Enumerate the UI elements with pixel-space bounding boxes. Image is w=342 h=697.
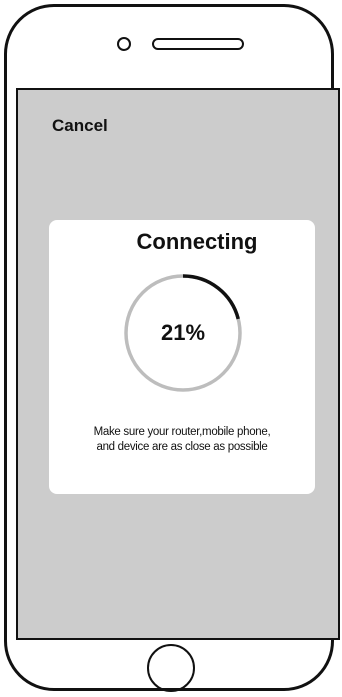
camera-icon bbox=[117, 37, 131, 51]
phone-screen: Cancel Connecting 21% Make sure your rou… bbox=[16, 88, 340, 640]
progress-percent: 21% bbox=[160, 320, 206, 345]
connecting-dialog: Connecting 21% Make sure your router,mob… bbox=[49, 220, 315, 494]
speaker-icon bbox=[152, 38, 244, 50]
cancel-button[interactable]: Cancel bbox=[52, 117, 108, 134]
phone-frame: Cancel Connecting 21% Make sure your rou… bbox=[4, 4, 340, 692]
hint-text: Make sure your router,mobile phone, and … bbox=[59, 425, 305, 455]
home-button[interactable] bbox=[147, 644, 195, 692]
hint-line-1: Make sure your router,mobile phone, bbox=[93, 426, 271, 438]
dialog-title: Connecting bbox=[136, 229, 258, 254]
hint-line-2: and device are as close as possible bbox=[96, 441, 268, 453]
